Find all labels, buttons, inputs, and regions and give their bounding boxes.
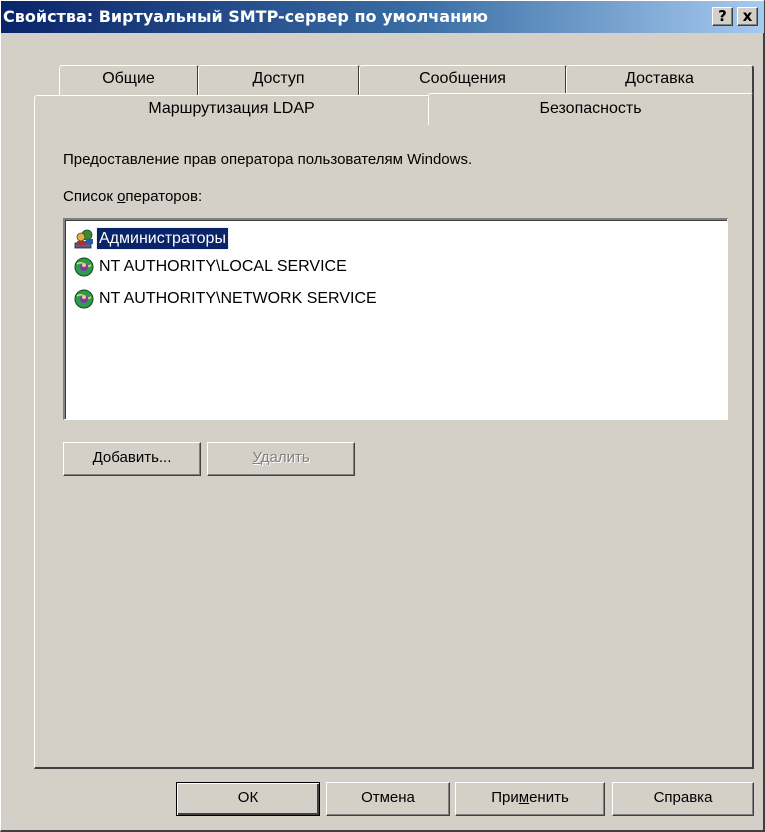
remove-button[interactable]: Удалить [207, 442, 355, 476]
help-dialog-button[interactable]: Справка [612, 782, 754, 816]
ok-button[interactable]: ОК [176, 782, 320, 816]
properties-dialog: Свойства: Виртуальный SMTP-сервер по умо… [0, 0, 765, 832]
tab-security[interactable]: Безопасность [428, 93, 754, 125]
tab-access[interactable]: Доступ [198, 65, 360, 95]
operators-list-label: Список операторов: [63, 188, 203, 205]
list-item-label: NT AUTHORITY\LOCAL SERVICE [99, 258, 347, 275]
close-button[interactable]: x [737, 7, 758, 26]
question-mark-icon: ? [718, 7, 727, 25]
users-group-icon [74, 229, 93, 249]
globe-user-icon [74, 257, 94, 277]
list-item-label: NT AUTHORITY\NETWORK SERVICE [99, 290, 377, 307]
tab-messages[interactable]: Сообщения [359, 65, 567, 95]
tab-messages-label: Сообщения [419, 70, 506, 87]
globe-user-icon [74, 289, 94, 309]
tab-ldap-routing-label: Маршрутизация LDAP [148, 100, 315, 117]
help-button[interactable]: ? [712, 7, 733, 26]
tab-ldap-routing[interactable]: Маршрутизация LDAP [34, 95, 430, 125]
title-bar[interactable]: Свойства: Виртуальный SMTP-сервер по умо… [1, 1, 764, 33]
tab-access-label: Доступ [252, 70, 305, 87]
close-icon: x [742, 7, 753, 25]
tab-security-label: Безопасность [539, 100, 642, 117]
tab-delivery-label: Доставка [625, 70, 694, 87]
tab-general[interactable]: Общие [59, 65, 199, 95]
tab-delivery[interactable]: Доставка [566, 65, 754, 95]
apply-button[interactable]: Применить [455, 782, 605, 816]
cancel-button[interactable]: Отмена [326, 782, 450, 816]
tab-general-label: Общие [102, 70, 155, 87]
list-item-label: Администраторы [96, 227, 229, 250]
operators-listbox[interactable]: Администраторы NT AUTHORITY\LOCAL SERVIC… [63, 218, 728, 420]
add-button[interactable]: Добавить... [63, 442, 201, 476]
operators-description: Предоставление прав оператора пользовате… [63, 151, 473, 168]
window-title: Свойства: Виртуальный SMTP-сервер по умо… [3, 7, 488, 26]
